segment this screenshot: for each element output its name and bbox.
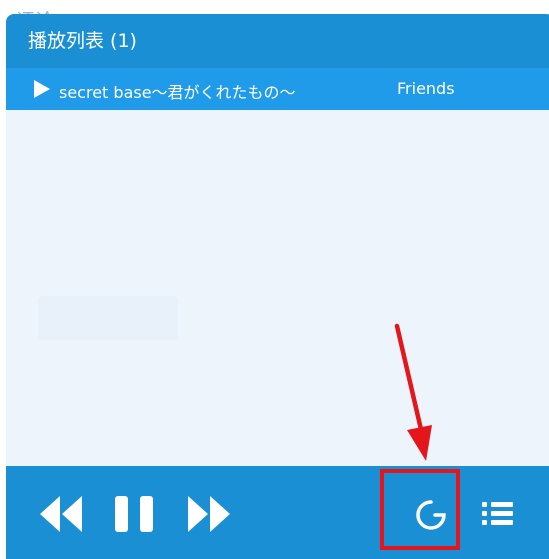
playlist-header: 播放列表 (1) bbox=[6, 14, 549, 66]
annotation-arrow-icon bbox=[380, 320, 440, 474]
play-icon bbox=[32, 79, 52, 99]
rewind-button[interactable] bbox=[38, 494, 84, 534]
playlist-button[interactable] bbox=[480, 498, 516, 530]
track-artist: Friends bbox=[397, 79, 455, 98]
rewind-icon bbox=[38, 494, 84, 534]
fast-forward-button[interactable] bbox=[186, 494, 232, 534]
pause-icon bbox=[113, 494, 155, 534]
pause-button[interactable] bbox=[113, 494, 155, 534]
playlist-panel: 播放列表 (1) secret base～君がくれたもの～ Friends bbox=[6, 14, 549, 559]
highlight-box bbox=[380, 469, 460, 550]
track-title: secret base～君がくれたもの～ bbox=[59, 83, 296, 102]
track-row[interactable]: secret base～君がくれたもの～ Friends bbox=[6, 68, 549, 110]
page: 评论 播放列表 (1) secret base～君がくれたもの～ Friends bbox=[0, 0, 549, 559]
playlist-title: 播放列表 (1) bbox=[28, 30, 137, 52]
playlist-list: secret base～君がくれたもの～ Friends bbox=[6, 68, 549, 466]
fast-forward-icon bbox=[186, 494, 232, 534]
placeholder-block bbox=[38, 296, 178, 340]
playlist-icon bbox=[480, 498, 516, 530]
player-controls bbox=[6, 466, 549, 559]
